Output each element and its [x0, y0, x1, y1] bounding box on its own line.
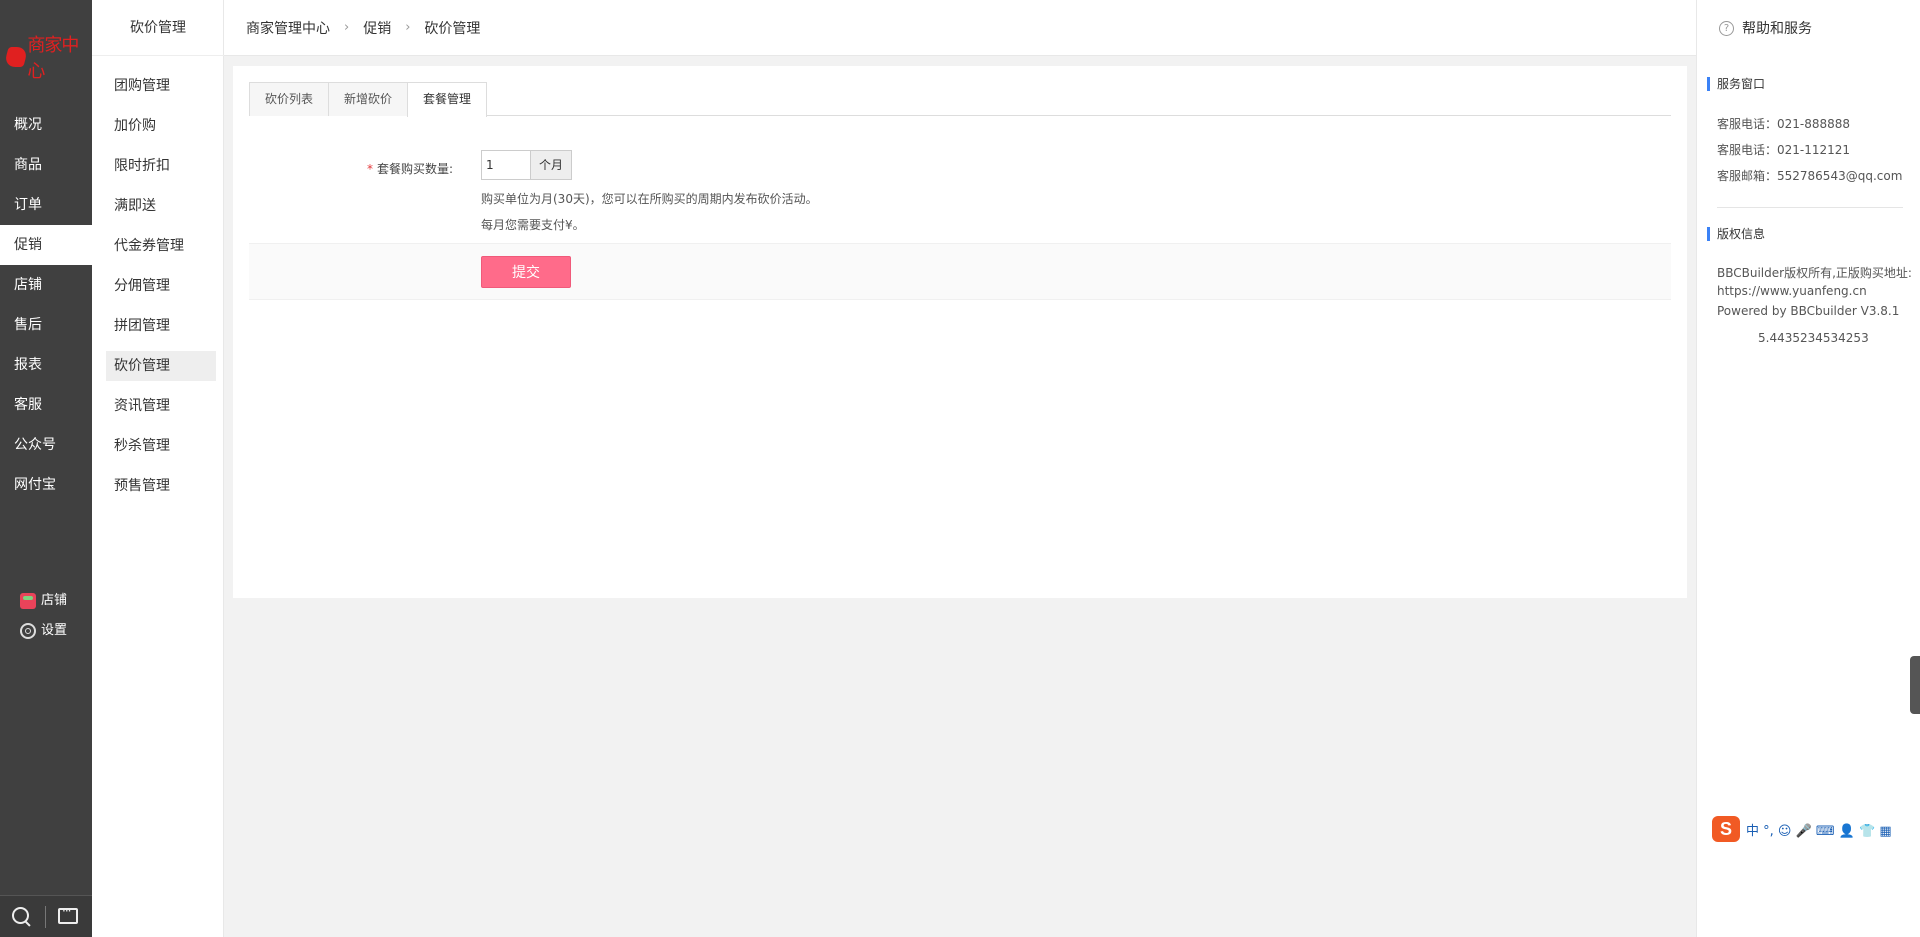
ime-toolbar[interactable]: S 中 °, ☺ 🎤 ⌨ 👤 👕 ▦: [1712, 815, 1920, 843]
side-drawer-handle[interactable]: [1910, 656, 1920, 714]
main-nav: 商家中心 概况 商品 订单 促销 店铺 售后 报表 客服 公众号 网付宝 店铺 …: [0, 0, 92, 937]
nav-item-customer-service[interactable]: 客服: [0, 385, 92, 425]
quantity-input[interactable]: [481, 150, 531, 180]
submenu-item-group-buy[interactable]: 团购管理: [106, 71, 216, 101]
nav-item-goods[interactable]: 商品: [0, 145, 92, 185]
logo-text: 商家中心: [27, 35, 79, 82]
service-section-title: 服务窗口: [1707, 77, 1765, 91]
breadcrumb: 商家管理中心 › 促销 › 砍价管理: [224, 0, 1696, 56]
submenu-item-full-gift[interactable]: 满即送: [106, 191, 216, 221]
payment-hint: 每月您需要支付¥。: [481, 218, 585, 232]
content-panel: 砍价列表 新增砍价 套餐管理 * 套餐购买数量: 个月 购买单位为月(30天)，您…: [233, 66, 1687, 598]
submenu-title: 砍价管理: [92, 0, 224, 56]
purchase-url[interactable]: https://www.yuanfeng.cn: [1717, 284, 1867, 298]
tab-bargain-list[interactable]: 砍价列表: [249, 82, 330, 116]
nav-settings-label: 设置: [41, 623, 68, 638]
gear-icon: [20, 623, 36, 639]
tab-bar: 砍价列表 新增砍价 套餐管理: [249, 82, 1671, 117]
nav-item-reports[interactable]: 报表: [0, 345, 92, 385]
tab-add-bargain[interactable]: 新增砍价: [328, 82, 409, 116]
quantity-label-text: 套餐购买数量:: [377, 162, 454, 176]
search-icon[interactable]: [12, 907, 30, 925]
quantity-unit: 个月: [530, 150, 572, 180]
submenu-item-news[interactable]: 资讯管理: [106, 391, 216, 421]
nav-item-promotion[interactable]: 促销: [0, 225, 92, 265]
build-number: 5.4435234534253: [1758, 331, 1869, 345]
service-phone-1: 客服电话：021-888888: [1717, 117, 1851, 131]
service-email: 客服邮箱：552786543@qq.com: [1717, 169, 1903, 183]
powered-by: Powered by BBCbuilder V3.8.1: [1717, 304, 1900, 318]
nav-settings-link[interactable]: 设置: [20, 621, 67, 641]
nav-item-overview[interactable]: 概况: [0, 105, 92, 145]
nav-item-wangfubao[interactable]: 网付宝: [0, 465, 92, 505]
copyright-section-title: 版权信息: [1707, 227, 1765, 241]
help-sidebar: ? 帮助和服务 服务窗口 客服电话：021-888888 客服电话：021-11…: [1696, 0, 1920, 937]
submenu-item-add-price-buy[interactable]: 加价购: [106, 111, 216, 141]
submenu-item-flash-discount[interactable]: 限时折扣: [106, 151, 216, 181]
submenu-item-bargain[interactable]: 砍价管理: [106, 351, 216, 381]
submenu-item-voucher[interactable]: 代金券管理: [106, 231, 216, 261]
nav-item-orders[interactable]: 订单: [0, 185, 92, 225]
submit-button[interactable]: 提交: [481, 256, 571, 288]
submenu-item-commission[interactable]: 分佣管理: [106, 271, 216, 301]
breadcrumb-item[interactable]: 促销: [363, 18, 391, 38]
logo-icon: [4, 45, 25, 69]
required-mark: *: [367, 162, 373, 176]
submenu-item-group-order[interactable]: 拼团管理: [106, 311, 216, 341]
nav-footer: [0, 895, 92, 937]
copyright-text: BBCBuilder版权所有,正版购买地址:: [1717, 266, 1912, 280]
sub-menu: 砍价管理 团购管理 加价购 限时折扣 满即送 代金券管理 分佣管理 拼团管理 砍…: [92, 0, 224, 937]
nav-item-after-sales[interactable]: 售后: [0, 305, 92, 345]
sogou-ime-icon[interactable]: S: [1712, 816, 1740, 842]
logo[interactable]: 商家中心: [4, 35, 88, 82]
chat-icon[interactable]: [58, 904, 78, 924]
quantity-label: * 套餐购买数量:: [367, 160, 453, 177]
chevron-right-icon: ›: [344, 20, 350, 35]
service-phone-2: 客服电话：021-112121: [1717, 143, 1851, 157]
nav-store-label: 店铺: [41, 593, 68, 608]
divider: [45, 906, 46, 928]
nav-item-store[interactable]: 店铺: [0, 265, 92, 305]
submenu-item-presale[interactable]: 预售管理: [106, 471, 216, 501]
submenu-item-seckill[interactable]: 秒杀管理: [106, 431, 216, 461]
divider: [1717, 207, 1903, 208]
store-icon: [20, 593, 36, 609]
purchase-unit-hint: 购买单位为月(30天)，您可以在所购买的周期内发布砍价活动。: [481, 192, 818, 206]
breadcrumb-item[interactable]: 商家管理中心: [246, 18, 330, 38]
help-header-label: 帮助和服务: [1742, 21, 1812, 37]
help-icon: ?: [1719, 20, 1734, 36]
breadcrumb-current: 砍价管理: [424, 20, 481, 37]
form-actions: 提交: [249, 243, 1671, 300]
tab-package-management[interactable]: 套餐管理: [407, 82, 488, 117]
ime-tools[interactable]: 中 °, ☺ 🎤 ⌨ 👤 👕 ▦: [1746, 820, 1892, 839]
chevron-right-icon: ›: [405, 20, 411, 35]
help-header[interactable]: ? 帮助和服务: [1697, 0, 1920, 56]
nav-store-link[interactable]: 店铺: [20, 591, 67, 611]
nav-item-official-account[interactable]: 公众号: [0, 425, 92, 465]
